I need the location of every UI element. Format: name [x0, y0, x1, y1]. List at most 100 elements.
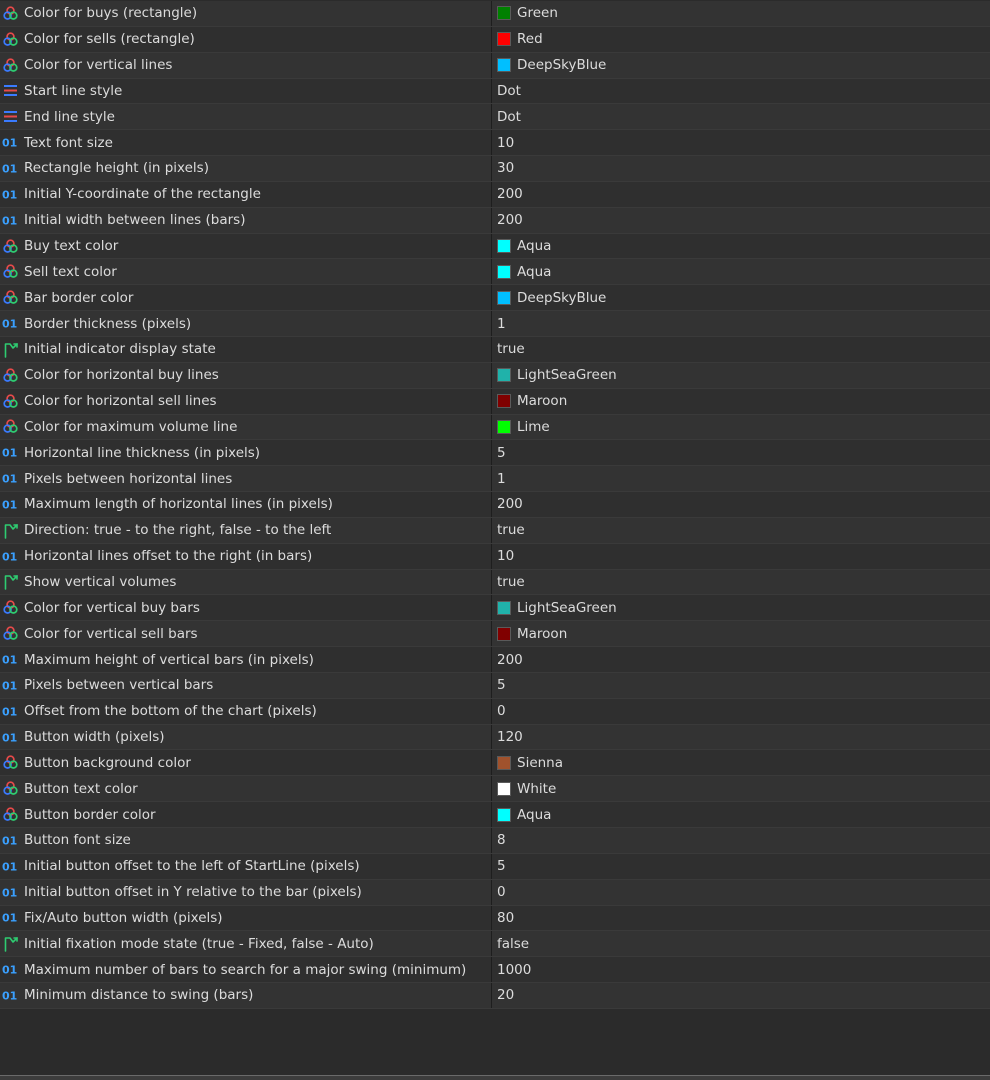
- param-value-cell[interactable]: Green: [492, 1, 990, 26]
- param-row[interactable]: Color for vertical lines DeepSkyBlue: [0, 52, 990, 79]
- param-value[interactable]: false: [497, 936, 529, 952]
- param-row[interactable]: Color for vertical buy bars LightSeaGreen: [0, 595, 990, 622]
- param-value-cell[interactable]: LightSeaGreen: [492, 595, 990, 620]
- param-row[interactable]: 01 Initial button offset to the left of S…: [0, 853, 990, 880]
- param-value[interactable]: Maroon: [517, 626, 567, 642]
- param-value-cell[interactable]: true: [492, 570, 990, 595]
- param-value[interactable]: 200: [497, 212, 523, 228]
- param-value-cell[interactable]: 5: [492, 854, 990, 879]
- param-value[interactable]: 5: [497, 858, 506, 874]
- param-row[interactable]: 01 Maximum height of vertical bars (in pi…: [0, 647, 990, 673]
- param-row[interactable]: 01 Initial Y-coordinate of the rectangle 2…: [0, 181, 990, 208]
- param-value[interactable]: 200: [497, 496, 523, 512]
- color-swatch[interactable]: [497, 32, 511, 47]
- param-value[interactable]: Aqua: [517, 264, 551, 280]
- param-value[interactable]: 5: [497, 445, 506, 461]
- param-value[interactable]: White: [517, 781, 556, 797]
- color-swatch[interactable]: [497, 394, 511, 409]
- color-swatch[interactable]: [497, 807, 511, 822]
- param-row[interactable]: Color for maximum volume line Lime: [0, 414, 990, 441]
- param-row[interactable]: Buy text color Aqua: [0, 233, 990, 260]
- param-value-cell[interactable]: Lime: [492, 415, 990, 440]
- param-value-cell[interactable]: 0: [492, 699, 990, 724]
- param-value[interactable]: 200: [497, 652, 523, 668]
- param-value-cell[interactable]: 200: [492, 647, 990, 672]
- color-swatch[interactable]: [497, 368, 511, 383]
- param-value[interactable]: Maroon: [517, 393, 567, 409]
- param-value[interactable]: Red: [517, 31, 543, 47]
- param-row[interactable]: Color for vertical sell bars Maroon: [0, 621, 990, 648]
- param-value-cell[interactable]: 20: [492, 983, 990, 1008]
- param-value[interactable]: LightSeaGreen: [517, 367, 617, 383]
- param-value-cell[interactable]: Dot: [492, 79, 990, 104]
- param-value-cell[interactable]: Maroon: [492, 621, 990, 646]
- color-swatch[interactable]: [497, 58, 511, 73]
- param-row[interactable]: 01 Horizontal lines offset to the right (…: [0, 543, 990, 570]
- param-value-cell[interactable]: 1: [492, 311, 990, 336]
- param-row[interactable]: Button text color White: [0, 776, 990, 803]
- param-value[interactable]: 80: [497, 910, 514, 926]
- param-row[interactable]: 01 Button width (pixels) 120: [0, 724, 990, 751]
- param-value[interactable]: 20: [497, 987, 514, 1003]
- param-row[interactable]: 01 Offset from the bottom of the chart (p…: [0, 698, 990, 725]
- param-value-cell[interactable]: 8: [492, 828, 990, 853]
- color-swatch[interactable]: [497, 600, 511, 615]
- color-swatch[interactable]: [497, 264, 511, 279]
- param-row[interactable]: Direction: true - to the right, false - …: [0, 517, 990, 544]
- param-value[interactable]: true: [497, 522, 525, 538]
- param-value-cell[interactable]: 30: [492, 156, 990, 181]
- param-value[interactable]: 30: [497, 160, 514, 176]
- param-row[interactable]: End line style Dot: [0, 104, 990, 131]
- param-row[interactable]: Color for buys (rectangle) Green: [0, 1, 990, 27]
- param-row[interactable]: 01 Initial width between lines (bars) 200: [0, 207, 990, 234]
- param-value-cell[interactable]: 5: [492, 673, 990, 698]
- param-row[interactable]: Button background color Sienna: [0, 750, 990, 777]
- param-value[interactable]: 200: [497, 186, 523, 202]
- param-value[interactable]: DeepSkyBlue: [517, 57, 606, 73]
- param-value[interactable]: 1: [497, 471, 506, 487]
- param-row[interactable]: 01 Pixels between horizontal lines 1: [0, 466, 990, 493]
- param-row[interactable]: 01 Rectangle height (in pixels) 30: [0, 156, 990, 182]
- param-value[interactable]: true: [497, 574, 525, 590]
- param-value-cell[interactable]: Sienna: [492, 750, 990, 775]
- param-value-cell[interactable]: 5: [492, 440, 990, 465]
- color-swatch[interactable]: [497, 781, 511, 796]
- param-value-cell[interactable]: Red: [492, 27, 990, 52]
- param-value-cell[interactable]: 80: [492, 906, 990, 931]
- param-row[interactable]: 01 Minimum distance to swing (bars) 20: [0, 983, 990, 1009]
- param-value-cell[interactable]: 0: [492, 880, 990, 905]
- param-row[interactable]: 01 Pixels between vertical bars 5: [0, 672, 990, 699]
- param-row[interactable]: 01 Maximum number of bars to search for a…: [0, 957, 990, 984]
- param-value-cell[interactable]: White: [492, 776, 990, 801]
- param-row[interactable]: Sell text color Aqua: [0, 259, 990, 286]
- param-row[interactable]: Bar border color DeepSkyBlue: [0, 285, 990, 312]
- color-swatch[interactable]: [497, 755, 511, 770]
- bottom-scrollbar[interactable]: [0, 1075, 990, 1080]
- param-value-cell[interactable]: 200: [492, 492, 990, 517]
- param-row[interactable]: Button border color Aqua: [0, 802, 990, 828]
- param-value-cell[interactable]: 1: [492, 466, 990, 491]
- color-swatch[interactable]: [497, 626, 511, 641]
- param-value-cell[interactable]: 200: [492, 208, 990, 233]
- color-swatch[interactable]: [497, 6, 511, 21]
- param-value-cell[interactable]: 120: [492, 725, 990, 750]
- param-value-cell[interactable]: Maroon: [492, 389, 990, 414]
- param-row[interactable]: Initial fixation mode state (true - Fixe…: [0, 931, 990, 958]
- param-value[interactable]: LightSeaGreen: [517, 600, 617, 616]
- param-value-cell[interactable]: Aqua: [492, 802, 990, 827]
- param-value[interactable]: Green: [517, 5, 558, 21]
- param-value-cell[interactable]: 1000: [492, 957, 990, 982]
- param-value[interactable]: Aqua: [517, 807, 551, 823]
- param-row[interactable]: Color for horizontal buy lines LightSeaGr…: [0, 362, 990, 389]
- param-row[interactable]: 01 Horizontal line thickness (in pixels) 5: [0, 440, 990, 467]
- param-row[interactable]: Show vertical volumes true: [0, 569, 990, 596]
- param-value[interactable]: Aqua: [517, 238, 551, 254]
- param-value-cell[interactable]: false: [492, 931, 990, 956]
- param-value[interactable]: 10: [497, 548, 514, 564]
- param-row[interactable]: 01 Text font size 10: [0, 130, 990, 157]
- param-value[interactable]: Lime: [517, 419, 550, 435]
- param-value-cell[interactable]: 200: [492, 182, 990, 207]
- param-row[interactable]: Color for horizontal sell lines Maroon: [0, 388, 990, 415]
- color-swatch[interactable]: [497, 419, 511, 434]
- param-value[interactable]: 0: [497, 884, 506, 900]
